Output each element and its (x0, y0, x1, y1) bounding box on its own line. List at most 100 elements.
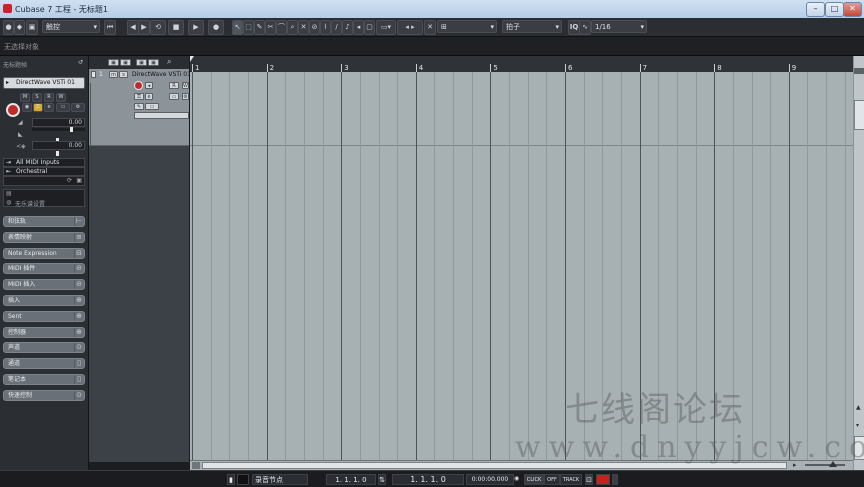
track-program-field[interactable] (134, 112, 189, 119)
vertical-scrollbar[interactable]: ▲ ▾ (853, 56, 864, 470)
section-expand-icon[interactable]: ▯ (74, 375, 83, 384)
volume-slider[interactable] (32, 127, 85, 132)
section-expand-icon[interactable]: ⊙ (74, 343, 83, 353)
tempo-track-label[interactable]: TRACK (560, 474, 582, 485)
lock-icon[interactable]: ⚿ (33, 103, 43, 112)
quantize-preset-select[interactable]: 1/16 ▾ (591, 20, 647, 33)
time-format-icon[interactable]: ◉ (514, 475, 519, 482)
automation-mode-select[interactable]: 触控 ▾ (42, 20, 100, 33)
constrain-delay-icon[interactable]: ◆ (14, 20, 25, 35)
midi-output-select[interactable]: ⇤ Orchestral (3, 167, 85, 176)
pan-value[interactable]: 0.00 (32, 141, 85, 150)
object-select-icon[interactable]: ↖ (232, 20, 243, 35)
monitor-button[interactable]: ◉ (22, 103, 32, 112)
record-enable-button[interactable] (6, 103, 20, 117)
play-tool-icon[interactable]: ♪ (342, 20, 353, 35)
scroll-top-zoom-icon[interactable] (854, 68, 864, 74)
track-edit-button[interactable]: e (145, 93, 153, 100)
time-warp-icon[interactable]: ⌇ (320, 20, 331, 35)
rewind-start-icon[interactable]: ⏮ (104, 20, 116, 35)
click-label[interactable]: CLICK (524, 474, 544, 485)
go-next-marker-icon[interactable]: ▶ (138, 20, 150, 35)
track-solo-button[interactable]: s (119, 71, 128, 78)
section-expand-icon[interactable]: ⊕ (74, 311, 83, 321)
inspector-section[interactable]: 和弦轨 ⊢ (3, 216, 85, 227)
search-icon[interactable]: ⌕ (167, 57, 171, 67)
project-activate-icon[interactable]: ● (3, 20, 14, 35)
line-tool-icon[interactable]: ∕ (331, 20, 342, 35)
scroll-up-icon[interactable]: ▲ (856, 404, 861, 411)
track-read-button[interactable]: R (169, 82, 179, 89)
inspector-section[interactable]: Note Expression ⊟ (3, 247, 85, 259)
track-visibility-button[interactable]: ▣ (136, 59, 147, 66)
locator-swap-icon[interactable]: ⇅ (378, 474, 386, 485)
lanes-button[interactable]: ▭ (56, 103, 70, 112)
solo-button[interactable]: S (32, 93, 42, 102)
track-lock-button[interactable]: ⚿ (134, 93, 144, 100)
inspector-section[interactable]: 插入 ⊕ (3, 295, 85, 306)
track-color-icon[interactable] (91, 71, 96, 78)
program-edit-icon[interactable]: ⟳ (67, 177, 72, 184)
zoom-icon[interactable]: ⌕ (287, 20, 298, 35)
inspector-section[interactable]: 表情映射 ≡ (3, 231, 85, 243)
autoscroll-icon[interactable]: ▭▾ (376, 20, 396, 35)
ruler[interactable]: 1 2 3 4 5 6 7 8 9 (190, 56, 853, 73)
inspector-section[interactable]: Sent ⊕ (3, 310, 85, 322)
section-expand-icon[interactable]: ≡ (74, 232, 83, 242)
write-automation-button[interactable]: W (56, 93, 66, 102)
zoom-in-vertical-icon[interactable]: ▾ (856, 422, 859, 429)
track-presets-button[interactable]: ▣ (120, 59, 131, 66)
stop-button-icon[interactable]: ■ (168, 20, 184, 35)
track-freeze-button[interactable]: ✎ (134, 103, 144, 110)
play-button-icon[interactable]: ▶ (188, 20, 204, 35)
volume-value[interactable]: 0.00 (32, 118, 85, 127)
section-expand-icon[interactable]: ⊙ (74, 390, 83, 400)
section-expand-icon[interactable]: ▯ (74, 359, 83, 369)
inspector-section[interactable]: 声道 ⊙ (3, 342, 85, 354)
channel-settings-button[interactable]: ⚙ (71, 103, 85, 112)
scroll-left-icon[interactable] (192, 462, 200, 469)
inspector-section[interactable]: 控制器 ⊕ (3, 326, 85, 338)
section-expand-icon[interactable]: ⊢ (74, 217, 83, 226)
track-mute-button[interactable]: m (109, 71, 118, 78)
volume-slider-handle[interactable] (70, 127, 73, 132)
track-record-button[interactable] (134, 81, 143, 90)
read-automation-button[interactable]: R (44, 93, 54, 102)
program-window-icon[interactable]: ▣ (76, 177, 82, 184)
inspector-section[interactable]: 笔记本 ▯ (3, 374, 85, 385)
secondary-time-display[interactable]: 0:00:00.000 (466, 474, 514, 485)
section-expand-icon[interactable]: ⊝ (74, 264, 83, 274)
inspector-section[interactable]: MIDI 插入 ⊝ (3, 279, 85, 291)
section-expand-icon[interactable]: ⊕ (74, 296, 83, 305)
inspector-section[interactable]: 快速控制 ⊙ (3, 389, 85, 401)
range-select-icon[interactable]: ⬚ (243, 20, 254, 35)
marker-label[interactable]: 录音节点 (252, 474, 308, 485)
vertical-scroll-thumb[interactable] (854, 100, 864, 130)
midi-input-select[interactable]: ⇥ All MIDI Inputs (3, 158, 85, 167)
nudge-icon[interactable]: ◂ ▸ (397, 20, 423, 35)
mute-button[interactable]: M (20, 93, 30, 102)
close-button[interactable]: ✕ (843, 2, 862, 17)
refresh-icon[interactable]: ↺ (78, 59, 83, 66)
track-settings-icon[interactable]: ⚙ (182, 93, 189, 100)
section-expand-icon[interactable]: ⊝ (74, 280, 83, 290)
minimize-button[interactable]: – (806, 2, 825, 17)
program-row[interactable]: ⟳ ▣ (3, 176, 85, 186)
maximize-button[interactable]: □ (825, 2, 844, 17)
color-tool-icon[interactable]: ▢ (364, 20, 375, 35)
cycle-button-icon[interactable]: ⟲ (150, 20, 166, 35)
left-locator[interactable]: 1. 1. 1. 0 (326, 474, 376, 485)
snap-toggle-icon[interactable]: ✕ (424, 20, 436, 35)
split-icon[interactable]: ✂ (265, 20, 276, 35)
inspector-section[interactable]: MIDI 插件 ⊝ (3, 263, 85, 275)
primary-time-display[interactable]: 1. 1. 1. 0 (392, 474, 464, 485)
transport-left-icon[interactable]: ▮ (227, 474, 235, 485)
chord-panel[interactable]: ▤ ◍ 无乐谱设置 (3, 189, 85, 208)
section-expand-icon[interactable]: ⊕ (74, 327, 83, 337)
section-expand-icon[interactable]: ⊟ (74, 248, 83, 258)
draw-icon[interactable]: ✎ (254, 20, 265, 35)
window-layout-icon[interactable]: ▣ (26, 20, 38, 35)
track-settings-button[interactable]: ▣ (148, 59, 159, 66)
glue-icon[interactable]: ⌒ (276, 20, 287, 35)
erase-icon[interactable]: ✕ (298, 20, 309, 35)
